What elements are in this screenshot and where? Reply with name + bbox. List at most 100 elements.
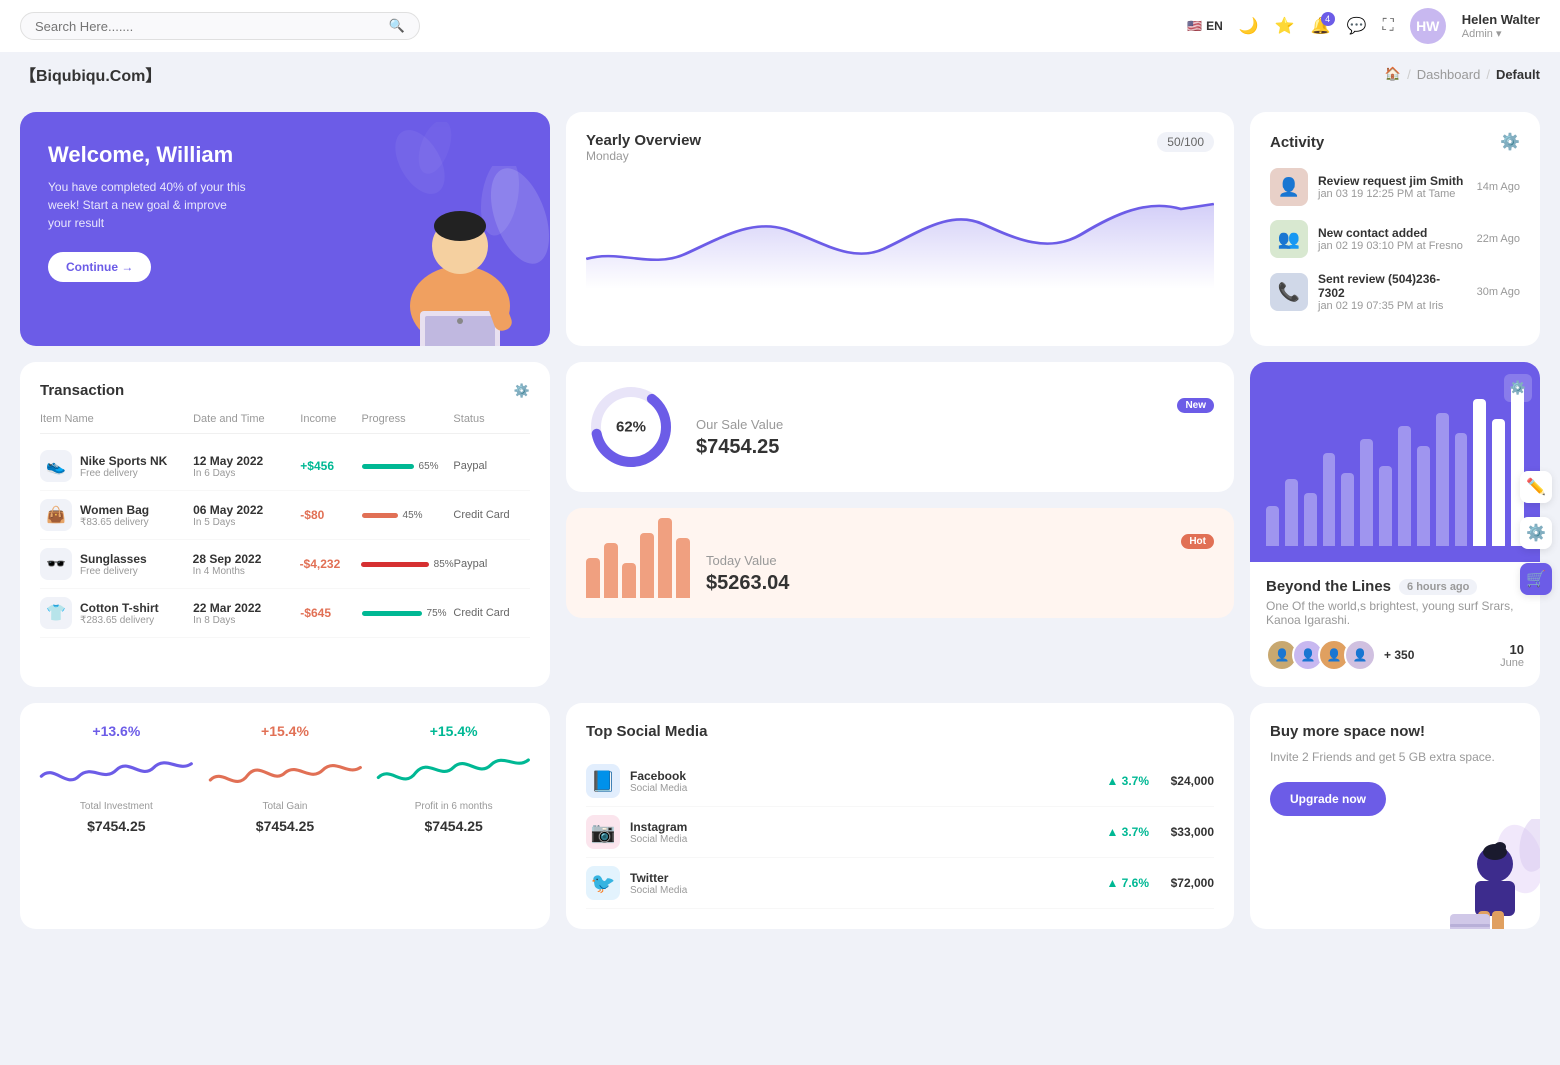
item-info: Cotton T-shirt ₹283.65 delivery: [80, 601, 159, 626]
date-cell: 12 May 2022 In 6 Days: [193, 454, 300, 479]
beyond-card: ⚙️ Beyond the Lines 6 hours ago One Of t…: [1250, 362, 1540, 687]
activity-info: New contact added jan 02 19 03:10 PM at …: [1318, 226, 1467, 252]
item-name: Nike Sports NK: [80, 454, 167, 468]
stat-item: +15.4% Profit in 6 months $7454.25: [373, 723, 534, 909]
item-icon: 👕: [40, 597, 72, 629]
activity-item-sub: jan 03 19 12:25 PM at Tame: [1318, 188, 1467, 200]
continue-button[interactable]: Continue →: [48, 252, 151, 282]
table-row: 👟 Nike Sports NK Free delivery 12 May 20…: [40, 442, 530, 491]
table-row: 👜 Women Bag ₹83.65 delivery 06 May 2022 …: [40, 491, 530, 540]
donut-label: 62%: [616, 419, 646, 436]
activity-card: Activity ⚙️ 👤 Review request jim Smith j…: [1250, 112, 1540, 346]
side-icon-3[interactable]: 🛒: [1520, 563, 1552, 595]
item-sub: Free delivery: [80, 468, 167, 479]
upgrade-button[interactable]: Upgrade now: [1270, 782, 1386, 816]
sale-label: Our Sale Value: [696, 417, 1214, 432]
notification-badge: 4: [1321, 12, 1335, 26]
stat-percent: +15.4%: [261, 723, 309, 739]
fullscreen-icon[interactable]: ⛶: [1383, 17, 1394, 35]
activity-item-sub: jan 02 19 07:35 PM at Iris: [1318, 300, 1467, 312]
stat-item: +13.6% Total Investment $7454.25: [36, 723, 197, 909]
language-selector[interactable]: 🇺🇸 EN: [1187, 19, 1223, 33]
buy-space-card: Buy more space now! Invite 2 Friends and…: [1250, 703, 1540, 929]
today-bars: [586, 528, 690, 598]
floating-side-icons: ✏️ ⚙️ 🛒: [1520, 471, 1552, 595]
buy-space-title: Buy more space now!: [1270, 723, 1520, 740]
nav-right: 🇺🇸 EN 🌙 ⭐ 🔔 4 💬 ⛶ HW Helen Walter Admin …: [1187, 8, 1540, 44]
transaction-title: Transaction: [40, 382, 124, 399]
search-input[interactable]: [35, 19, 381, 34]
side-icon-2[interactable]: ⚙️: [1520, 517, 1552, 549]
beyond-bar: [1455, 433, 1468, 546]
beyond-bar: [1436, 413, 1449, 546]
activity-items: 👤 Review request jim Smith jan 03 19 12:…: [1270, 168, 1520, 312]
stat-label: Profit in 6 months: [415, 801, 493, 812]
sale-info: New Our Sale Value $7454.25: [696, 396, 1214, 459]
user-info: Helen Walter Admin ▾: [1462, 12, 1540, 40]
yearly-title: Yearly Overview: [586, 132, 701, 149]
activity-settings-icon[interactable]: ⚙️: [1500, 132, 1520, 152]
beyond-footer: 👤 👤 👤 👤 + 350 10 June: [1266, 639, 1524, 671]
transaction-settings-icon[interactable]: ⚙️: [514, 383, 530, 399]
activity-item: 👤 Review request jim Smith jan 03 19 12:…: [1270, 168, 1520, 206]
progress-bar: [362, 513, 398, 518]
today-label: Today Value: [706, 553, 1214, 568]
hot-badge: Hot: [1181, 534, 1214, 549]
home-icon[interactable]: 🏠: [1385, 66, 1401, 82]
income-cell: +$456: [300, 459, 361, 473]
item-name: Cotton T-shirt: [80, 601, 159, 615]
avatar[interactable]: HW: [1410, 8, 1446, 44]
avatar-4: 👤: [1344, 639, 1376, 671]
new-badge: New: [1177, 398, 1214, 413]
item-name: Women Bag: [80, 503, 149, 517]
beyond-bar: [1473, 399, 1486, 546]
side-icon-1[interactable]: ✏️: [1520, 471, 1552, 503]
sale-value-col: 62% New Our Sale Value $7454.25 Hot Toda…: [566, 362, 1234, 687]
stat-label: Total Investment: [80, 801, 153, 812]
today-bar: [658, 518, 672, 598]
main-content-row2: Transaction ⚙️ Item Name Date and Time I…: [0, 362, 1560, 703]
yearly-day: Monday: [586, 149, 701, 163]
stat-amount: $7454.25: [424, 818, 482, 834]
activity-time: 14m Ago: [1477, 181, 1520, 193]
messages-icon[interactable]: 💬: [1347, 16, 1367, 36]
stat-percent: +15.4%: [430, 723, 478, 739]
favorites-icon[interactable]: ⭐: [1275, 16, 1295, 36]
stat-wave: [373, 745, 534, 795]
item-sub: Free delivery: [80, 566, 147, 577]
social-percent: ▲ 7.6%: [1106, 876, 1149, 890]
activity-item-title: Review request jim Smith: [1318, 174, 1467, 188]
welcome-card: Welcome, William You have completed 40% …: [20, 112, 550, 346]
today-bar: [586, 558, 600, 598]
breadcrumb: 🏠 / Dashboard / Default: [1385, 66, 1540, 82]
beyond-info: Beyond the Lines 6 hours ago One Of the …: [1250, 562, 1540, 687]
social-media-card: Top Social Media 📘 Facebook Social Media…: [566, 703, 1234, 929]
stats-mini-card: +13.6% Total Investment $7454.25 +15.4% …: [20, 703, 550, 929]
item-info: Nike Sports NK Free delivery: [80, 454, 167, 479]
social-platform-icon: 🐦: [586, 866, 620, 900]
today-bar: [676, 538, 690, 598]
notifications-icon[interactable]: 🔔 4: [1311, 16, 1331, 36]
beyond-bar: [1285, 479, 1298, 546]
social-name: Twitter: [630, 871, 1096, 885]
chart-settings-icon[interactable]: ⚙️: [1504, 374, 1532, 402]
social-info: Twitter Social Media: [630, 871, 1096, 896]
progress-cell: 45%: [362, 510, 454, 521]
activity-thumb: 👥: [1270, 220, 1308, 258]
beyond-bar: [1492, 419, 1505, 546]
dark-mode-toggle[interactable]: 🌙: [1239, 16, 1259, 36]
activity-thumb: 📞: [1270, 273, 1308, 311]
social-media-item: 🐦 Twitter Social Media ▲ 7.6% $72,000: [586, 858, 1214, 909]
social-media-item: 📘 Facebook Social Media ▲ 3.7% $24,000: [586, 756, 1214, 807]
beyond-bar: [1341, 473, 1354, 546]
progress-cell: 75%: [362, 608, 454, 619]
date-sub: In 6 Days: [193, 468, 300, 479]
income-cell: -$4,232: [300, 557, 361, 571]
activity-info: Sent review (504)236-7302 jan 02 19 07:3…: [1318, 272, 1467, 312]
beyond-bar: [1304, 493, 1317, 546]
search-bar[interactable]: 🔍: [20, 12, 420, 40]
progress-pct: 75%: [427, 608, 447, 619]
table-row: 🕶️ Sunglasses Free delivery 28 Sep 2022 …: [40, 540, 530, 589]
sale-amount: $7454.25: [696, 436, 1214, 459]
stat-percent: +13.6%: [92, 723, 140, 739]
